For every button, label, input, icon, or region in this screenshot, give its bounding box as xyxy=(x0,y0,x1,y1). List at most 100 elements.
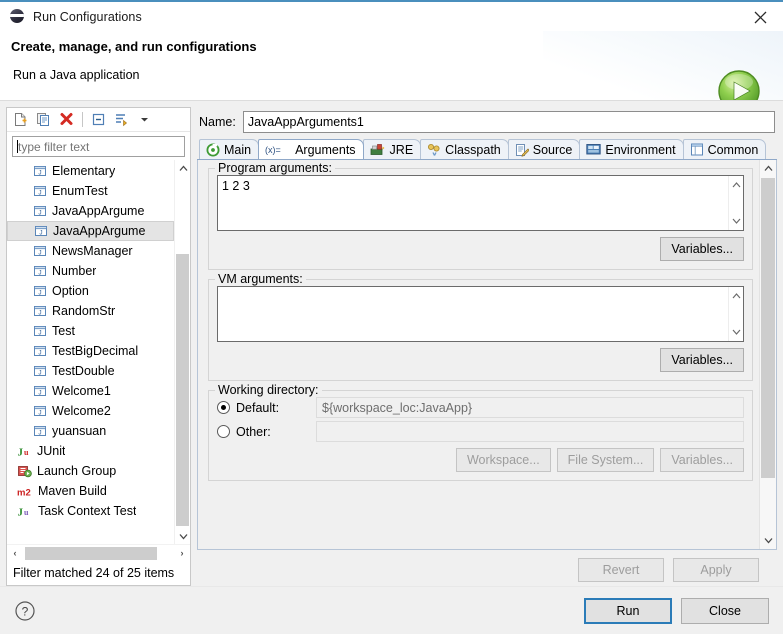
name-input[interactable] xyxy=(242,111,775,133)
arguments-tab-panel: Program arguments: 1 2 3 Variables... VM… xyxy=(197,160,777,550)
filter-text-input[interactable] xyxy=(18,139,180,154)
tree-item[interactable]: Ju JUnit xyxy=(7,441,174,461)
header-banner: Create, manage, and run configurations R… xyxy=(0,31,783,101)
source-icon xyxy=(515,143,529,157)
configurations-tree[interactable]: J Elementary J EnumTest J JavaAppArgume J JavaA… xyxy=(7,160,190,544)
revert-button[interactable]: Revert xyxy=(578,558,664,582)
tree-item[interactable]: J NewsManager xyxy=(7,241,174,261)
svg-text:J: J xyxy=(38,389,41,396)
help-question-icon[interactable]: ? xyxy=(14,600,36,622)
tab-environment[interactable]: Environment xyxy=(579,139,684,159)
run-button[interactable]: Run xyxy=(584,597,672,624)
vm-arguments-scrollbar[interactable] xyxy=(728,287,743,341)
apply-button[interactable]: Apply xyxy=(673,558,759,582)
tab-source[interactable]: Source xyxy=(507,139,581,159)
tree-item[interactable]: m2 Maven Build xyxy=(7,481,174,501)
tree-item[interactable]: J Welcome2 xyxy=(7,401,174,421)
dialog-footer: ? Run Close xyxy=(0,586,783,634)
tab-label: Main xyxy=(224,142,252,157)
tree-item[interactable]: J TestBigDecimal xyxy=(7,341,174,361)
scroll-up-icon[interactable] xyxy=(729,178,744,192)
tree-vertical-scrollbar[interactable] xyxy=(174,160,190,544)
tab-main[interactable]: Main xyxy=(199,139,260,159)
tree-item-selected[interactable]: J JavaAppArgume xyxy=(7,221,174,241)
scroll-up-icon[interactable] xyxy=(729,289,744,303)
tab-content-scrollbar[interactable] xyxy=(759,160,776,549)
workspace-button[interactable]: Workspace... xyxy=(455,448,551,472)
common-icon xyxy=(690,143,704,156)
collapse-all-icon[interactable] xyxy=(88,110,109,130)
other-radio-label: Other: xyxy=(236,424,271,439)
tree-item[interactable]: J JavaAppArgume xyxy=(7,201,174,221)
scroll-up-icon[interactable] xyxy=(760,160,776,177)
tab-content-scroll-thumb[interactable] xyxy=(761,178,775,478)
vm-arguments-variables-button[interactable]: Variables... xyxy=(660,348,744,372)
tree-item[interactable]: J TestDouble xyxy=(7,361,174,381)
other-directory-input[interactable] xyxy=(316,421,744,442)
vm-arguments-field[interactable] xyxy=(217,286,744,342)
tree-item[interactable]: J Option xyxy=(7,281,174,301)
tree-item-label: Elementary xyxy=(52,164,116,178)
close-icon[interactable] xyxy=(737,2,783,33)
java-class-icon: J xyxy=(33,284,47,298)
tree-item[interactable]: J Welcome1 xyxy=(7,381,174,401)
svg-text:J: J xyxy=(38,269,41,276)
file-system-button[interactable]: File System... xyxy=(556,448,655,472)
scroll-down-icon[interactable] xyxy=(175,528,190,544)
tree-item[interactable]: Launch Group xyxy=(7,461,174,481)
java-class-icon: J xyxy=(33,344,47,358)
tab-arguments[interactable]: (x)= Arguments xyxy=(258,139,364,159)
chevron-down-icon[interactable] xyxy=(134,110,155,130)
svg-text:J: J xyxy=(38,329,41,336)
search-input[interactable] xyxy=(12,136,185,157)
copy-icon[interactable] xyxy=(33,110,54,130)
environment-icon xyxy=(586,143,602,156)
new-document-icon[interactable] xyxy=(10,110,31,130)
default-radio[interactable] xyxy=(217,401,230,414)
tree-item[interactable]: J Number xyxy=(7,261,174,281)
tree-item[interactable]: Ju Task Context Test xyxy=(7,501,174,521)
tab-common[interactable]: Common xyxy=(682,139,767,159)
program-arguments-input[interactable]: 1 2 3 xyxy=(218,176,728,230)
tree-item[interactable]: J EnumTest xyxy=(7,181,174,201)
svg-text:J: J xyxy=(38,189,41,196)
tree-item[interactable]: Jyuansuan xyxy=(7,421,174,441)
svg-text:J: J xyxy=(38,289,41,296)
scroll-up-icon[interactable] xyxy=(175,160,190,176)
delete-red-x-icon[interactable] xyxy=(56,110,77,130)
tree-horizontal-scrollbar[interactable]: ‹ › xyxy=(7,544,190,561)
launch-group-icon xyxy=(17,464,32,478)
tree-item[interactable]: J Test xyxy=(7,321,174,341)
java-class-icon: J xyxy=(33,304,47,318)
scroll-down-icon[interactable] xyxy=(760,532,776,549)
java-class-icon: J xyxy=(33,324,47,338)
svg-text:m2: m2 xyxy=(17,488,31,499)
svg-text:J: J xyxy=(38,169,41,176)
tree-item-label: Task Context Test xyxy=(38,504,137,518)
other-radio[interactable] xyxy=(217,425,230,438)
scroll-right-icon[interactable]: › xyxy=(174,545,190,561)
tree-scroll-track[interactable] xyxy=(175,176,190,528)
close-button[interactable]: Close xyxy=(681,597,769,624)
classpath-icon xyxy=(427,143,441,157)
scroll-left-icon[interactable]: ‹ xyxy=(7,545,23,561)
tree-item[interactable]: J RandomStr xyxy=(7,301,174,321)
vm-arguments-input[interactable] xyxy=(218,287,728,341)
hscroll-thumb[interactable] xyxy=(25,546,157,560)
scroll-down-icon[interactable] xyxy=(729,325,744,339)
tab-classpath[interactable]: Classpath xyxy=(420,139,509,159)
program-arguments-field[interactable]: 1 2 3 xyxy=(217,175,744,231)
tree-scroll-thumb[interactable] xyxy=(176,254,189,526)
scroll-down-icon[interactable] xyxy=(729,214,744,228)
working-directory-variables-button[interactable]: Variables... xyxy=(660,448,744,472)
tree-item-label: Maven Build xyxy=(38,484,107,498)
program-arguments-variables-button[interactable]: Variables... xyxy=(660,237,744,261)
tree-item[interactable]: J Elementary xyxy=(7,161,174,181)
filter-icon[interactable] xyxy=(111,110,132,130)
hscroll-track[interactable] xyxy=(23,545,174,561)
program-arguments-scrollbar[interactable] xyxy=(728,176,743,230)
tree-item-label: Number xyxy=(52,264,97,278)
jre-icon xyxy=(370,143,386,156)
tab-jre[interactable]: JRE xyxy=(362,139,422,159)
dialog-body: J Elementary J EnumTest J JavaAppArgume J JavaA… xyxy=(0,101,783,586)
